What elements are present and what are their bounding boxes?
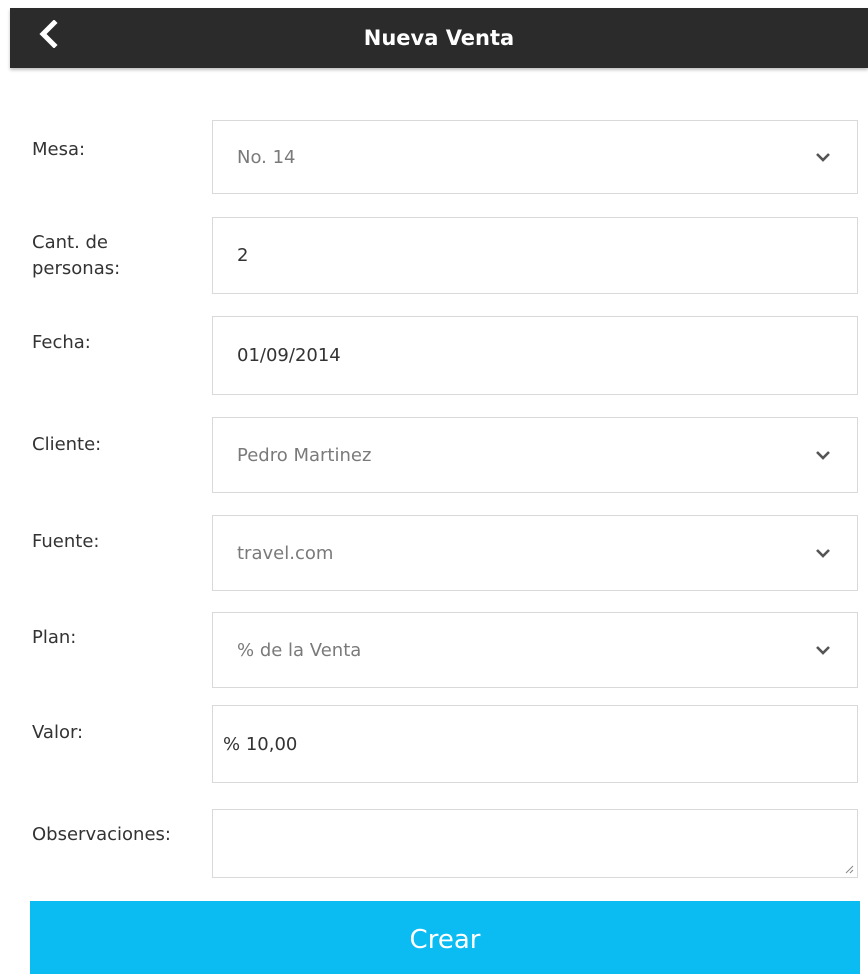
personas-label-line1: Cant. de — [32, 232, 109, 253]
observaciones-label: Observaciones: — [32, 824, 171, 845]
cliente-selected-value: Pedro Martinez — [237, 444, 372, 466]
personas-label-line2: personas: — [32, 258, 121, 279]
cliente-label: Cliente: — [32, 434, 102, 455]
fecha-value: 01/09/2014 — [237, 345, 341, 366]
back-button[interactable] — [10, 8, 84, 68]
plan-selected-value: % de la Venta — [237, 639, 362, 661]
chevron-left-icon — [39, 20, 58, 48]
observaciones-textarea[interactable] — [212, 809, 858, 878]
fecha-input[interactable]: 01/09/2014 — [212, 316, 858, 395]
create-button[interactable]: Crear — [30, 901, 860, 974]
fecha-label: Fecha: — [32, 332, 91, 353]
resize-handle-icon[interactable] — [844, 864, 854, 874]
cliente-select[interactable]: Pedro Martinez — [212, 417, 858, 493]
page-title: Nueva Venta — [363, 26, 515, 50]
fuente-selected-value: travel.com — [237, 542, 334, 564]
chevron-down-icon — [816, 549, 830, 558]
personas-value: 2 — [237, 245, 249, 266]
fuente-label: Fuente: — [32, 531, 100, 552]
valor-label: Valor: — [32, 722, 84, 743]
mesa-selected-value: No. 14 — [237, 146, 296, 168]
chevron-down-icon — [816, 153, 830, 162]
valor-input[interactable]: % 10,00 — [212, 705, 858, 783]
mesa-label: Mesa: — [32, 139, 86, 160]
mesa-select[interactable]: No. 14 — [212, 120, 858, 194]
plan-label: Plan: — [32, 627, 77, 648]
plan-select[interactable]: % de la Venta — [212, 612, 858, 688]
fuente-select[interactable]: travel.com — [212, 515, 858, 591]
personas-label: Cant. de personas: — [32, 230, 202, 282]
valor-value: % 10,00 — [223, 733, 298, 755]
new-sale-screen: Nueva Venta Mesa: No. 14 Cant. de person… — [0, 0, 868, 974]
personas-input[interactable]: 2 — [212, 217, 858, 294]
app-header: Nueva Venta — [10, 8, 868, 68]
chevron-down-icon — [816, 451, 830, 460]
chevron-down-icon — [816, 646, 830, 655]
